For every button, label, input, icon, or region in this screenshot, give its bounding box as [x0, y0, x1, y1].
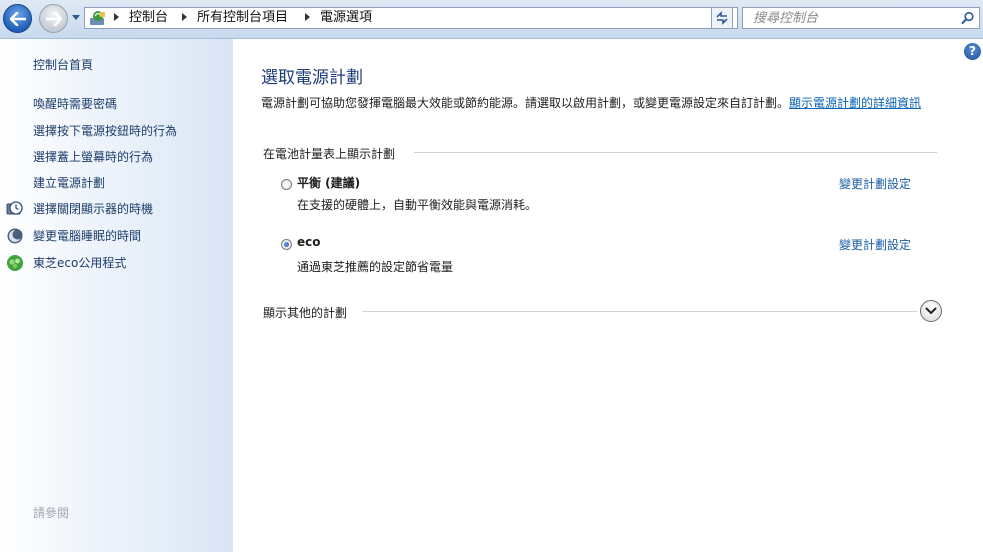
back-button[interactable]	[3, 4, 32, 33]
breadcrumb-control-panel[interactable]: 控制台	[129, 10, 168, 26]
address-bar[interactable]: 控制台 所有控制台項目 電源選項	[84, 7, 738, 29]
recent-pages-dropdown-icon[interactable]	[71, 14, 81, 21]
breadcrumb-separator-icon[interactable]	[182, 13, 187, 21]
search-box	[742, 7, 980, 29]
sidebar-item-power-button[interactable]: 選擇按下電源按鈕時的行為	[33, 123, 177, 139]
refresh-icon	[716, 11, 728, 25]
task-pane	[0, 39, 233, 552]
breadcrumb-separator-icon[interactable]	[114, 13, 119, 21]
search-icon[interactable]	[961, 11, 975, 25]
page-description: 電源計劃可協助您發揮電腦最大效能或節約能源。請選取以啟用計劃，或變更電源設定來自…	[261, 95, 941, 111]
eco-leaf-icon	[7, 255, 23, 271]
page-title: 選取電源計劃	[261, 68, 363, 88]
forward-button[interactable]	[39, 4, 68, 33]
plan-description-balanced: 在支援的硬體上，自動平衡效能與電源消耗。	[297, 198, 538, 212]
plan-description-eco: 通過東芝推薦的設定節省電量	[297, 260, 454, 274]
help-icon: ?	[969, 44, 976, 58]
breadcrumb-power-options[interactable]: 電源選項	[320, 10, 372, 26]
moon-icon	[7, 228, 23, 244]
help-button[interactable]: ?	[964, 43, 981, 60]
plan-name-balanced: 平衡 (建議)	[297, 176, 361, 190]
more-plans-divider	[362, 311, 917, 312]
more-plans-heading[interactable]: 顯示其他的計劃	[263, 304, 347, 321]
breadcrumb-all-items[interactable]: 所有控制台項目	[197, 10, 288, 26]
chevron-down-icon	[925, 307, 937, 314]
forward-arrow-icon	[45, 11, 62, 26]
group-divider	[414, 152, 937, 153]
control-panel-icon	[90, 11, 105, 25]
plan-radio-eco[interactable]	[281, 239, 292, 250]
back-arrow-icon	[9, 11, 26, 26]
main-content	[233, 39, 983, 552]
see-also-heading: 請參閱	[33, 506, 70, 520]
plan-details-link[interactable]: 顯示電源計劃的詳細資訊	[789, 96, 921, 110]
change-plan-settings-link-balanced[interactable]: 變更計劃設定	[839, 175, 911, 192]
sidebar-item-toshiba-eco[interactable]: 東芝eco公用程式	[33, 255, 126, 271]
sidebar-item-sleep[interactable]: 變更電腦睡眠的時間	[33, 228, 141, 244]
group-heading: 在電池計量表上顯示計劃	[263, 147, 396, 161]
control-panel-home-link[interactable]: 控制台首頁	[33, 57, 93, 73]
expand-more-plans-button[interactable]	[920, 300, 942, 322]
plan-radio-balanced[interactable]	[281, 179, 292, 190]
change-plan-settings-link-eco[interactable]: 變更計劃設定	[839, 236, 911, 253]
description-text: 電源計劃可協助您發揮電腦最大效能或節約能源。請選取以啟用計劃，或變更電源設定來自…	[261, 96, 790, 110]
address-toolbar: 控制台 所有控制台項目 電源選項	[0, 0, 983, 39]
clock-monitor-icon	[6, 201, 23, 215]
refresh-button[interactable]	[711, 7, 733, 29]
sidebar-item-require-password[interactable]: 喚醒時需要密碼	[33, 96, 117, 112]
sidebar-item-create-plan[interactable]: 建立電源計劃	[33, 175, 105, 191]
breadcrumb-separator-icon[interactable]	[305, 13, 310, 21]
sidebar-item-display-off[interactable]: 選擇關閉顯示器的時機	[33, 201, 153, 217]
search-input[interactable]	[743, 8, 955, 28]
plan-name-eco: eco	[297, 235, 321, 249]
sidebar-item-lid-close[interactable]: 選擇蓋上螢幕時的行為	[33, 149, 153, 165]
